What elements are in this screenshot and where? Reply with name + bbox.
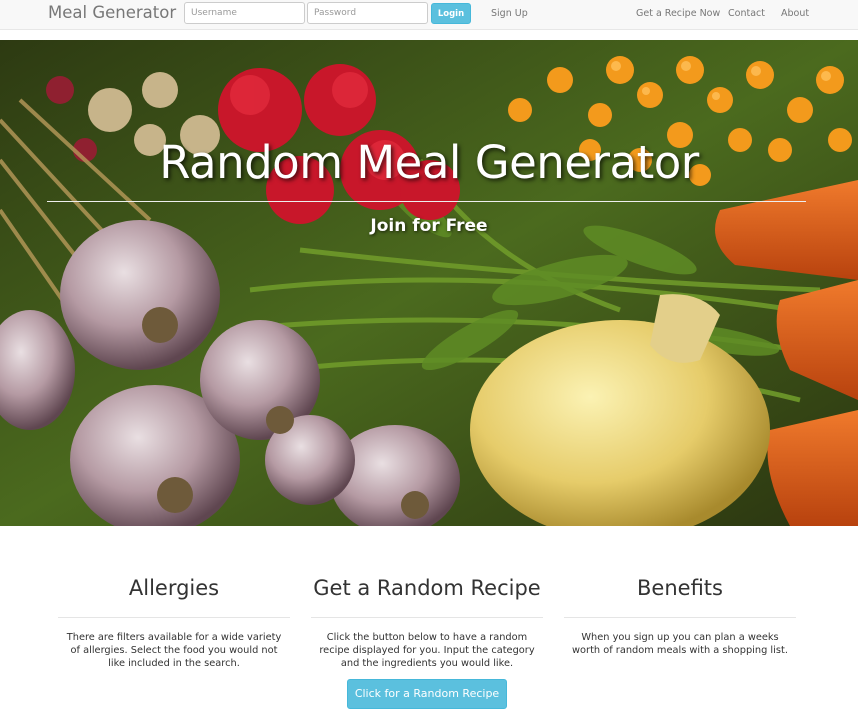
- nav-link-about[interactable]: About: [781, 8, 809, 19]
- feature-allergies: Allergies There are filters available fo…: [58, 576, 290, 670]
- nav-link-contact[interactable]: Contact: [728, 8, 765, 19]
- feature-heading: Allergies: [128, 576, 220, 600]
- feature-benefits: Benefits When you sign up you can plan a…: [564, 576, 796, 657]
- join-free-link[interactable]: Join for Free: [0, 216, 858, 236]
- feature-text: There are filters available for a wide v…: [66, 632, 282, 669]
- vegetables-background-image: [0, 40, 858, 526]
- feature-random-recipe: Get a Random Recipe Click the button bel…: [311, 576, 543, 709]
- feature-divider: [564, 617, 796, 618]
- hero-title: Random Meal Generator: [159, 136, 699, 189]
- login-button[interactable]: Login: [431, 3, 471, 24]
- feature-text: When you sign up you can plan a weeks wo…: [572, 632, 788, 656]
- brand-logo[interactable]: Meal Generator: [48, 3, 176, 22]
- hero-banner: Random Meal Generator Join for Free: [0, 40, 858, 526]
- navbar: Meal Generator Login Sign Up Get a Recip…: [0, 0, 858, 30]
- password-input[interactable]: [307, 2, 428, 24]
- nav-link-get-recipe[interactable]: Get a Recipe Now: [636, 8, 720, 19]
- feature-divider: [58, 617, 290, 618]
- username-input[interactable]: [184, 2, 305, 24]
- feature-heading: Get a Random Recipe: [313, 576, 541, 600]
- feature-divider: [311, 617, 543, 618]
- feature-heading: Benefits: [637, 576, 723, 600]
- signup-link[interactable]: Sign Up: [491, 8, 528, 19]
- random-recipe-button[interactable]: Click for a Random Recipe: [347, 679, 507, 709]
- hero-divider: [47, 201, 806, 202]
- feature-text: Click the button below to have a random …: [319, 632, 535, 669]
